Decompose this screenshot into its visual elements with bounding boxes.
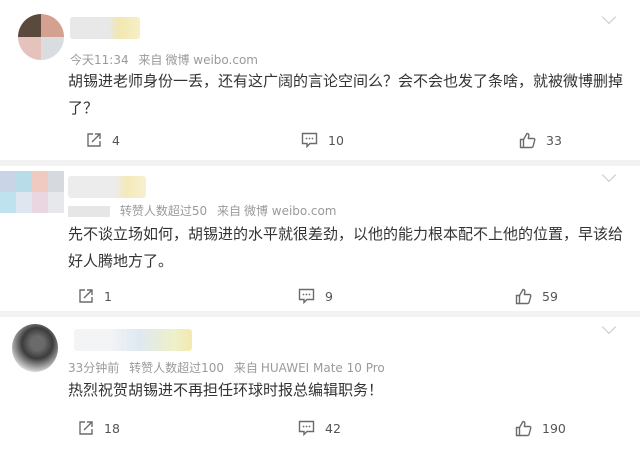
share-icon (79, 289, 93, 303)
comment-item-3: 33分钟前 转赞人数超过100 来自 HUAWEI Mate 10 Pro 热烈祝… (0, 314, 640, 453)
like-button[interactable]: 190 (515, 420, 566, 437)
comment-text: 热烈祝贺胡锡进不再担任环球时报总编辑职务！ (68, 381, 384, 399)
comment-icon (298, 288, 315, 304)
share-count: 4 (112, 132, 120, 148)
comment-text: 先不谈立场如何，胡锡进的水平就很差劲，以他的能力根本配不上他的位置，早该给好人腾… (68, 225, 624, 270)
comment-button[interactable]: 9 (298, 288, 333, 304)
avatar[interactable] (18, 14, 64, 60)
comment-count: 9 (325, 288, 333, 304)
like-count: 59 (542, 289, 558, 304)
comment-meta: 33分钟前 转赞人数超过100 来自 HUAWEI Mate 10 Pro (68, 359, 391, 376)
share-button[interactable]: 18 (78, 420, 120, 436)
comment-count: 42 (325, 420, 341, 436)
like-count: 190 (542, 421, 566, 436)
comment-item-2: 转赞人数超过50 来自 微博 weibo.com 先不谈立场如何，胡锡进的水平就很… (0, 162, 640, 314)
comment-button[interactable]: 42 (298, 420, 341, 436)
username-blurred[interactable] (68, 176, 146, 198)
share-count: 18 (104, 420, 120, 436)
chevron-down-icon[interactable] (601, 9, 617, 25)
like-count: 33 (546, 133, 562, 148)
comment-icon (298, 420, 315, 436)
comment-button[interactable]: 10 (301, 132, 344, 148)
like-button[interactable]: 59 (515, 288, 558, 305)
repost-note: 转赞人数超过100 (129, 361, 225, 375)
like-icon (515, 288, 532, 305)
source-label: 来自 (138, 53, 163, 67)
share-button[interactable]: 4 (86, 132, 120, 148)
username-blurred[interactable] (70, 17, 140, 39)
comment-time: 今天11:34 (70, 53, 129, 67)
comment-meta: 转赞人数超过50 来自 微博 weibo.com (68, 202, 343, 219)
chevron-down-icon[interactable] (601, 167, 617, 183)
comment-source: 微博 weibo.com (243, 204, 337, 218)
like-button[interactable]: 33 (519, 132, 562, 149)
source-label: 来自 (216, 204, 241, 218)
share-icon (87, 133, 101, 147)
share-count: 1 (104, 288, 112, 304)
comment-item-1: 今天11:34 来自 微博 weibo.com 胡锡进老师身份一丢，还有这广阔的言… (0, 0, 640, 162)
comment-source: HUAWEI Mate 10 Pro (260, 361, 385, 375)
like-icon (515, 420, 532, 437)
repost-note: 转赞人数超过50 (119, 204, 208, 218)
share-button[interactable]: 1 (78, 288, 112, 304)
share-icon (79, 421, 93, 435)
source-label: 来自 (233, 361, 258, 375)
comment-source: 微博 weibo.com (165, 53, 258, 67)
comment-time: 33分钟前 (68, 361, 120, 375)
comment-count: 10 (328, 132, 344, 148)
chevron-down-icon[interactable] (601, 319, 617, 335)
comment-text: 胡锡进老师身份一丢，还有这广阔的言论空间么？会不会也发了条啥，就被微博删掉了？ (68, 72, 624, 117)
comment-meta: 今天11:34 来自 微博 weibo.com (70, 51, 264, 68)
avatar[interactable] (0, 171, 64, 213)
avatar[interactable] (12, 324, 58, 372)
name-blur-fragment (68, 206, 110, 217)
comment-icon (301, 132, 318, 148)
username-blurred[interactable] (74, 329, 192, 351)
like-icon (519, 132, 536, 149)
